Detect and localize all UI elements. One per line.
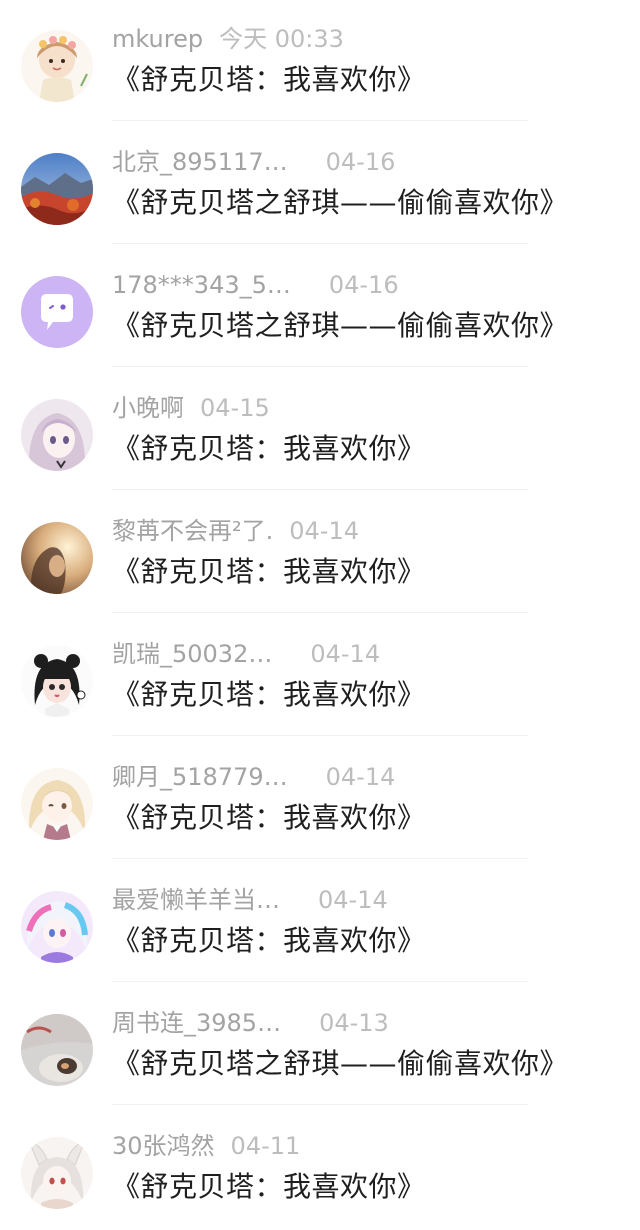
list-item[interactable]: 北京_895117… 04-16 《舒克贝塔之舒琪——偷偷喜欢你》 <box>0 123 640 246</box>
list-item[interactable]: mkurep 今天 00:33 《舒克贝塔：我喜欢你》 <box>0 0 640 123</box>
comment-meta: 周书连_3985… 04-13 <box>112 1006 389 1040</box>
avatar[interactable] <box>21 30 93 102</box>
username[interactable]: 178***343_5… <box>112 268 291 302</box>
avatar[interactable] <box>21 399 93 471</box>
comment-meta: 黎苒不会再²了. 04-14 <box>112 514 359 548</box>
comment-list: mkurep 今天 00:33 《舒克贝塔：我喜欢你》 北京_895117… 04-… <box>0 0 640 1230</box>
chat-bubble-avatar-icon <box>21 276 93 348</box>
divider <box>112 735 528 736</box>
divider <box>112 243 528 244</box>
divider <box>112 612 528 613</box>
girl-flower-crown-avatar-icon <box>21 30 93 102</box>
username[interactable]: 卿月_518779… <box>112 760 288 794</box>
comment-meta: 30张鸿然 04-11 <box>112 1129 300 1163</box>
avatar[interactable] <box>21 891 93 963</box>
comment-meta: 小晚啊 04-15 <box>112 391 270 425</box>
autumn-landscape-avatar-icon <box>21 153 93 225</box>
comment-meta: 178***343_5… 04-16 <box>112 268 399 302</box>
divider <box>112 1104 528 1105</box>
timestamp: 04-16 <box>328 271 399 299</box>
timestamp: 04-16 <box>325 148 396 176</box>
divider <box>112 981 528 982</box>
doll-girl-avatar-icon <box>21 645 93 717</box>
anime-girl-avatar-icon <box>21 399 93 471</box>
timestamp: 04-14 <box>310 640 381 668</box>
list-item[interactable]: 178***343_5… 04-16 《舒克贝塔之舒琪——偷偷喜欢你》 <box>0 246 640 369</box>
timestamp: 04-13 <box>319 1009 389 1037</box>
timestamp: 04-14 <box>325 763 396 791</box>
username[interactable]: mkurep <box>112 22 203 56</box>
bunny-anime-avatar-icon <box>21 1137 93 1209</box>
username[interactable]: 小晚啊 <box>112 391 184 425</box>
avatar[interactable] <box>21 1137 93 1209</box>
comment-text: 《舒克贝塔之舒琪——偷偷喜欢你》 <box>112 186 569 219</box>
list-item[interactable]: 周书连_3985… 04-13 《舒克贝塔之舒琪——偷偷喜欢你》 <box>0 984 640 1107</box>
comment-meta: 最爱懒羊羊当… 04-14 <box>112 883 388 917</box>
avatar[interactable] <box>21 153 93 225</box>
comment-text: 《舒克贝塔：我喜欢你》 <box>112 555 426 588</box>
list-item[interactable]: 卿月_518779… 04-14 《舒克贝塔：我喜欢你》 <box>0 738 640 861</box>
username[interactable]: 周书连_3985… <box>112 1006 281 1040</box>
username[interactable]: 北京_895117… <box>112 145 288 179</box>
username[interactable]: 最爱懒羊羊当… <box>112 883 280 917</box>
comment-text: 《舒克贝塔：我喜欢你》 <box>112 678 426 711</box>
list-item[interactable]: 最爱懒羊羊当… 04-14 《舒克贝塔：我喜欢你》 <box>0 861 640 984</box>
divider <box>112 120 528 121</box>
username[interactable]: 凯瑞_50032… <box>112 637 272 671</box>
comment-meta: mkurep 今天 00:33 <box>112 22 344 56</box>
divider <box>112 366 528 367</box>
comment-text: 《舒克贝塔：我喜欢你》 <box>112 432 426 465</box>
divider <box>112 489 528 490</box>
comment-text: 《舒克贝塔：我喜欢你》 <box>112 801 426 834</box>
comment-meta: 北京_895117… 04-16 <box>112 145 395 179</box>
comment-meta: 卿月_518779… 04-14 <box>112 760 395 794</box>
comment-text: 《舒克贝塔：我喜欢你》 <box>112 63 426 96</box>
list-item[interactable]: 小晚啊 04-15 《舒克贝塔：我喜欢你》 <box>0 369 640 492</box>
avatar[interactable] <box>21 768 93 840</box>
sunlight-portrait-avatar-icon <box>21 522 93 594</box>
username[interactable]: 30张鸿然 <box>112 1129 215 1163</box>
comment-meta: 凯瑞_50032… 04-14 <box>112 637 380 671</box>
timestamp: 04-14 <box>318 886 388 914</box>
avatar[interactable] <box>21 645 93 717</box>
colorful-anime-avatar-icon <box>21 891 93 963</box>
avatar[interactable] <box>21 276 93 348</box>
username[interactable]: 黎苒不会再²了. <box>112 514 273 548</box>
divider <box>112 858 528 859</box>
timestamp: 04-11 <box>230 1132 301 1160</box>
timestamp: 今天 00:33 <box>219 25 344 53</box>
comment-text: 《舒克贝塔之舒琪——偷偷喜欢你》 <box>112 309 569 342</box>
list-item[interactable]: 黎苒不会再²了. 04-14 《舒克贝塔：我喜欢你》 <box>0 492 640 615</box>
comment-text: 《舒克贝塔：我喜欢你》 <box>112 1170 426 1203</box>
avatar[interactable] <box>21 1014 93 1086</box>
timestamp: 04-14 <box>289 517 359 545</box>
blonde-anime-avatar-icon <box>21 768 93 840</box>
comment-text: 《舒克贝塔：我喜欢你》 <box>112 924 426 957</box>
comment-text: 《舒克贝塔之舒琪——偷偷喜欢你》 <box>112 1047 569 1080</box>
kitten-photo-avatar-icon <box>21 1014 93 1086</box>
avatar[interactable] <box>21 522 93 594</box>
list-item[interactable]: 凯瑞_50032… 04-14 《舒克贝塔：我喜欢你》 <box>0 615 640 738</box>
list-item[interactable]: 30张鸿然 04-11 《舒克贝塔：我喜欢你》 <box>0 1107 640 1230</box>
timestamp: 04-15 <box>200 394 270 422</box>
